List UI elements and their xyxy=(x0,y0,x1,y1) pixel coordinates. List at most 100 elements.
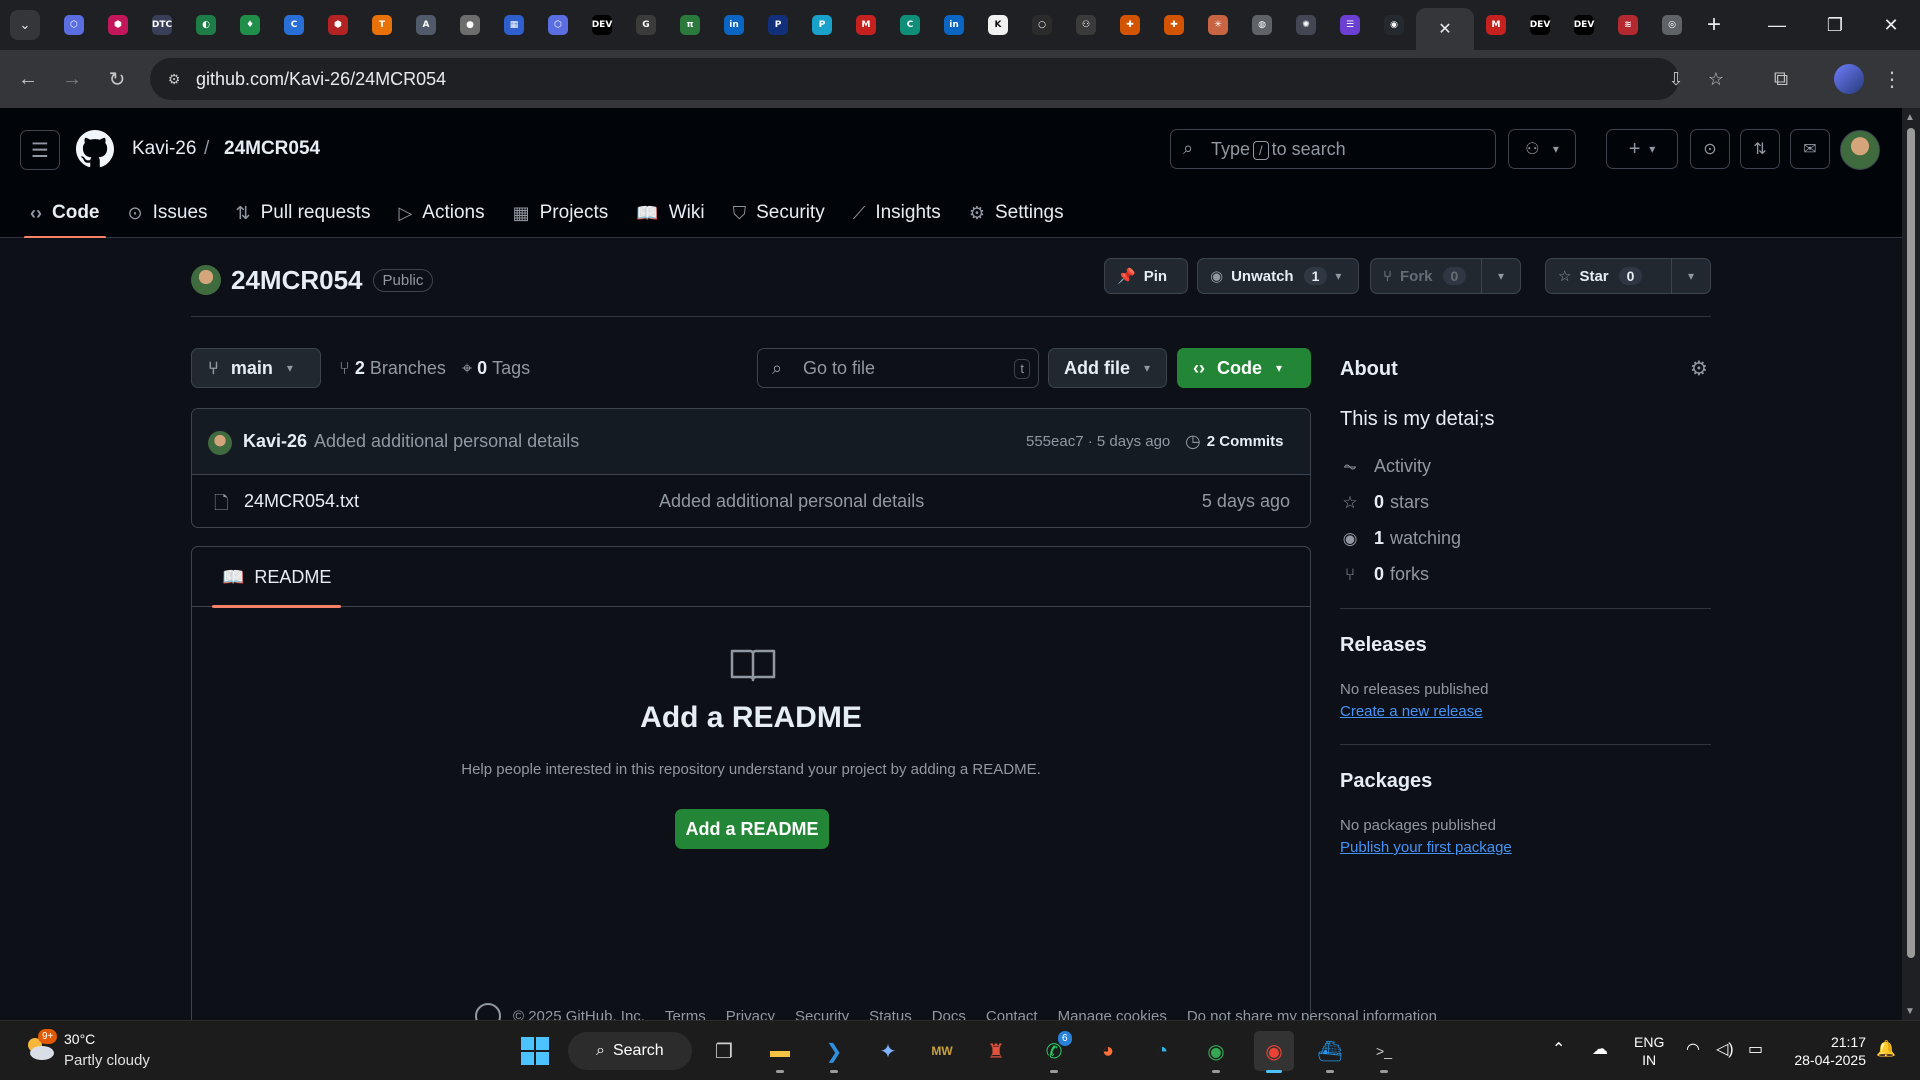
commit-author-avatar[interactable] xyxy=(208,431,232,455)
pin-button[interactable]: 📌 Pin xyxy=(1104,258,1188,294)
g-tab-icon[interactable]: G xyxy=(624,0,668,50)
github-logo-icon[interactable] xyxy=(76,130,114,168)
puzzle-tab-icon[interactable]: ▦ xyxy=(492,0,536,50)
close-window-button[interactable]: ✕ xyxy=(1862,0,1920,50)
repo-name[interactable]: 24MCR054 xyxy=(231,265,363,296)
footer-link[interactable]: Security xyxy=(795,1008,849,1021)
star-list-dropdown-button[interactable]: ▾ xyxy=(1671,258,1711,294)
stars-link[interactable]: ☆ 0 stars xyxy=(1340,492,1429,513)
tab-code[interactable]: ‹› Code xyxy=(16,188,114,239)
branches-link[interactable]: ⑂ 2 Branches xyxy=(339,358,446,379)
chatgpt-tab-icon[interactable]: ✺ xyxy=(1284,0,1328,50)
scroll-down-arrow-icon[interactable]: ▼ xyxy=(1905,1006,1915,1017)
commits-history-link[interactable]: ◷ 2 Commits xyxy=(1185,431,1283,452)
wifi-icon[interactable]: ◠ xyxy=(1686,1039,1700,1059)
profile-tab-icon[interactable]: ● xyxy=(448,0,492,50)
gmail-tab-icon[interactable]: M xyxy=(844,0,888,50)
issues-icon[interactable]: ⊙ xyxy=(1690,129,1730,169)
task-view-icon[interactable]: ❐ xyxy=(704,1031,744,1071)
copilot-button[interactable]: ⚇ ▾ xyxy=(1508,129,1576,169)
edge-icon[interactable]: ◔ xyxy=(1142,1031,1182,1071)
bookmark-star-icon[interactable]: ☆ xyxy=(1704,67,1728,91)
browser-profile-avatar[interactable] xyxy=(1834,64,1864,94)
browser-menu-icon[interactable]: ⋮ xyxy=(1876,63,1908,95)
unwatch-button[interactable]: ◉ Unwatch 1 ▾ xyxy=(1197,258,1359,294)
star-button[interactable]: ☆ Star 0 xyxy=(1545,258,1675,294)
purple-tab-icon[interactable]: ☰ xyxy=(1328,0,1372,50)
code-button[interactable]: ‹› Code ▾ xyxy=(1177,348,1311,388)
publish-package-link[interactable]: Publish your first package xyxy=(1340,839,1512,856)
paypal-tab-icon[interactable]: P xyxy=(756,0,800,50)
onedrive-cloud-icon[interactable]: ☁ xyxy=(1592,1039,1608,1059)
github-footer-logo-icon[interactable] xyxy=(475,1003,501,1020)
chrome-dev-icon[interactable]: ◉ xyxy=(1196,1031,1236,1073)
orange2-tab-icon[interactable]: ✚ xyxy=(1152,0,1196,50)
tab-pull-requests[interactable]: ⇅ Pull requests xyxy=(222,188,385,238)
back-button[interactable]: ← xyxy=(12,63,44,95)
forward-button[interactable]: → xyxy=(56,63,88,95)
tab-wiki[interactable]: 📖 Wiki xyxy=(622,188,718,238)
tab-projects[interactable]: ▦ Projects xyxy=(499,188,623,238)
file-explorer-icon[interactable]: ▬ xyxy=(760,1031,800,1073)
forks-link[interactable]: ⑂ 0 forks xyxy=(1340,564,1429,585)
p-tab-icon[interactable]: P xyxy=(800,0,844,50)
copilot-tab-icon[interactable]: ⚇ xyxy=(1064,0,1108,50)
notification-bell-icon[interactable]: 🔔 xyxy=(1876,1039,1896,1059)
mysql-workbench-icon[interactable]: MW xyxy=(922,1031,962,1071)
dtc-tab-icon[interactable]: DTC xyxy=(140,0,184,50)
a-tab-icon[interactable]: A xyxy=(404,0,448,50)
dev-tab-icon[interactable]: DEV xyxy=(580,0,624,50)
restore-button[interactable]: ❐ xyxy=(1806,0,1864,50)
docker-icon[interactable]: ⛴ xyxy=(1310,1031,1350,1073)
github-dim-tab-icon[interactable]: ○ xyxy=(1020,0,1064,50)
extensions-icon[interactable]: ⧉ xyxy=(1765,63,1797,95)
footer-link[interactable]: Do not share my personal information xyxy=(1187,1008,1437,1021)
tab-actions[interactable]: ▷ Actions xyxy=(384,188,498,238)
inbox-icon[interactable]: ✉ xyxy=(1790,129,1830,169)
shield-tab-icon[interactable]: ⬢ xyxy=(96,0,140,50)
terminal-icon[interactable]: >_ xyxy=(1364,1031,1404,1073)
activity-link[interactable]: ⏦ Activity xyxy=(1340,456,1431,477)
minimize-button[interactable]: — xyxy=(1748,0,1806,50)
red-badge-tab-icon[interactable]: ⬢ xyxy=(316,0,360,50)
firefox-icon[interactable]: ◕ xyxy=(1088,1031,1128,1071)
gear-icon[interactable]: ⚙ xyxy=(1690,356,1708,381)
tab-settings[interactable]: ⚙ Settings xyxy=(955,188,1078,238)
tab-security[interactable]: ⛉ Security xyxy=(719,188,839,238)
linkedin-tab-icon[interactable]: in xyxy=(712,0,756,50)
orange-tab-icon[interactable]: ✚ xyxy=(1108,0,1152,50)
chrome-tab-icon[interactable]: ◎ xyxy=(1650,0,1694,50)
dev2-tab-icon[interactable]: DEV xyxy=(1518,0,1562,50)
footer-link[interactable]: Terms xyxy=(665,1008,706,1021)
add-file-button[interactable]: Add file ▾ xyxy=(1048,348,1167,388)
windows-start-icon[interactable] xyxy=(515,1031,555,1071)
owner-link[interactable]: Kavi-26 xyxy=(132,138,196,160)
pi-tab-icon[interactable]: π xyxy=(668,0,712,50)
footer-link[interactable]: Privacy xyxy=(726,1008,775,1021)
commit-message-link[interactable]: Added additional personal details xyxy=(314,431,579,452)
show-hidden-icons-chevron-icon[interactable]: ⌃ xyxy=(1552,1039,1565,1059)
weather-condition[interactable]: Partly cloudy xyxy=(64,1052,150,1069)
file-commit-message-link[interactable]: Added additional personal details xyxy=(659,491,924,512)
watching-link[interactable]: ◉ 1 watching xyxy=(1340,528,1461,549)
k-tab-icon[interactable]: K xyxy=(976,0,1020,50)
dev3-tab-icon[interactable]: DEV xyxy=(1562,0,1606,50)
linkedin2-tab-icon[interactable]: in xyxy=(932,0,976,50)
new-tab-button[interactable]: + xyxy=(1694,0,1734,50)
commit-hash-link[interactable]: 555eac7 · 5 days ago xyxy=(1026,433,1170,450)
taskbar-search-button[interactable]: ⌕ Search xyxy=(568,1032,692,1070)
copilot-app-icon[interactable]: ✦ xyxy=(868,1031,908,1071)
tags-link[interactable]: ⌖ 0 Tags xyxy=(462,358,530,379)
footer-link[interactable]: Manage cookies xyxy=(1058,1008,1167,1021)
footer-link[interactable]: Status xyxy=(869,1008,912,1021)
pull-requests-icon[interactable]: ⇅ xyxy=(1740,129,1780,169)
footer-link[interactable]: Contact xyxy=(986,1008,1038,1021)
go-to-file-input[interactable]: ⌕ Go to file t xyxy=(757,348,1039,388)
scroll-up-arrow-icon[interactable]: ▲ xyxy=(1905,112,1915,123)
fork-dropdown-button[interactable]: ▾ xyxy=(1481,258,1521,294)
commit-author-link[interactable]: Kavi-26 xyxy=(243,431,307,452)
stack-tab-icon[interactable]: ≋ xyxy=(1606,0,1650,50)
leaf-tab-icon[interactable]: ♦ xyxy=(228,0,272,50)
hamburger-menu-icon[interactable]: ☰ xyxy=(20,130,60,170)
site-info-icon[interactable]: ⚙ xyxy=(164,69,184,89)
